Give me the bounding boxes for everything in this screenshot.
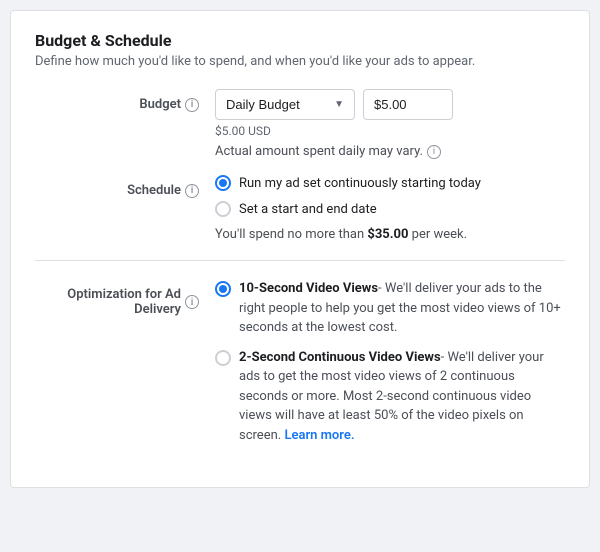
vary-note: Actual amount spent daily may vary. i <box>215 144 565 159</box>
budget-inputs: Daily Budget ▼ <box>215 89 565 120</box>
schedule-option-continuous[interactable]: Run my ad set continuously starting toda… <box>215 175 565 191</box>
schedule-radio-dates[interactable] <box>215 201 231 217</box>
schedule-content: Run my ad set continuously starting toda… <box>215 175 565 242</box>
optimization-option-10sec: 10-Second Video Views- We'll deliver you… <box>215 279 565 338</box>
budget-currency: $5.00 USD <box>215 124 565 138</box>
schedule-info-icon[interactable]: i <box>185 184 199 198</box>
budget-schedule-card: Budget & Schedule Define how much you'd … <box>10 10 590 488</box>
opt-10sec-title: 10-Second Video Views <box>239 281 378 296</box>
budget-row: Budget i Daily Budget ▼ $5.00 USD Actual… <box>35 89 565 163</box>
section-divider <box>35 260 565 261</box>
opt-radio-10sec[interactable] <box>215 281 231 297</box>
optimization-row: Optimization for Ad Delivery i 10-Second… <box>35 279 565 455</box>
dropdown-arrow-icon: ▼ <box>334 99 344 110</box>
learn-more-link[interactable]: Learn more. <box>284 428 354 443</box>
optimization-content: 10-Second Video Views- We'll deliver you… <box>215 279 565 455</box>
schedule-label: Schedule i <box>35 175 215 198</box>
optimization-info-icon[interactable]: i <box>185 295 199 309</box>
schedule-radio-continuous[interactable] <box>215 175 231 191</box>
weekly-spend-note: You'll spend no more than $35.00 per wee… <box>215 227 565 242</box>
section-subtitle: Define how much you'd like to spend, and… <box>35 54 565 69</box>
schedule-row: Schedule i Run my ad set continuously st… <box>35 175 565 242</box>
schedule-option-dates[interactable]: Set a start and end date <box>215 201 565 217</box>
optimization-label: Optimization for Ad Delivery i <box>35 279 215 317</box>
budget-info-icon[interactable]: i <box>185 98 199 112</box>
budget-type-dropdown[interactable]: Daily Budget ▼ <box>215 89 355 120</box>
weekly-amount: $35.00 <box>367 227 408 242</box>
opt-10sec-text: 10-Second Video Views- We'll deliver you… <box>239 279 565 338</box>
schedule-radio-group: Run my ad set continuously starting toda… <box>215 175 565 217</box>
section-title: Budget & Schedule <box>35 31 565 50</box>
budget-content: Daily Budget ▼ $5.00 USD Actual amount s… <box>215 89 565 163</box>
opt-2sec-title: 2-Second Continuous Video Views <box>239 350 441 365</box>
optimization-option-2sec: 2-Second Continuous Video Views- We'll d… <box>215 348 565 446</box>
budget-amount-input[interactable] <box>363 89 453 120</box>
vary-info-icon[interactable]: i <box>427 145 441 159</box>
opt-radio-2sec[interactable] <box>215 350 231 366</box>
budget-label: Budget i <box>35 89 215 112</box>
opt-2sec-text: 2-Second Continuous Video Views- We'll d… <box>239 348 565 446</box>
